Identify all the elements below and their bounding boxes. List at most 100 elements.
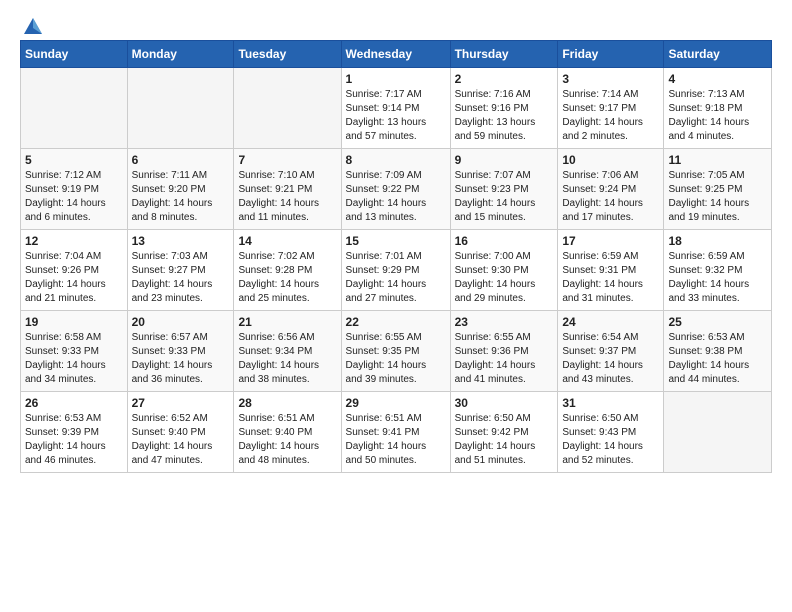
day-number: 1: [346, 72, 446, 86]
day-info: Sunrise: 6:59 AM Sunset: 9:31 PM Dayligh…: [562, 250, 659, 306]
day-cell: 26 Sunrise: 6:53 AM Sunset: 9:39 PM Dayli…: [21, 392, 128, 473]
day-cell: 19 Sunrise: 6:58 AM Sunset: 9:33 PM Dayli…: [21, 311, 128, 392]
day-info: Sunrise: 7:17 AM Sunset: 9:14 PM Dayligh…: [346, 88, 446, 144]
day-number: 19: [25, 315, 123, 329]
day-cell: 25Sunrise: 6:53 AM Sunset: 9:38 PM Dayli…: [664, 311, 772, 392]
col-header-friday: Friday: [558, 41, 664, 68]
logo: [20, 16, 44, 34]
col-header-sunday: Sunday: [21, 41, 128, 68]
day-cell: 20 Sunrise: 6:57 AM Sunset: 9:33 PM Dayli…: [127, 311, 234, 392]
logo-icon: [22, 16, 44, 38]
day-cell: 12 Sunrise: 7:04 AM Sunset: 9:26 PM Dayli…: [21, 230, 128, 311]
week-row-2: 5 Sunrise: 7:12 AM Sunset: 9:19 PM Daylig…: [21, 149, 772, 230]
col-header-wednesday: Wednesday: [341, 41, 450, 68]
day-info: Sunrise: 6:55 AM Sunset: 9:35 PM Dayligh…: [346, 331, 446, 387]
week-row-4: 19 Sunrise: 6:58 AM Sunset: 9:33 PM Dayli…: [21, 311, 772, 392]
day-info: Sunrise: 7:11 AM Sunset: 9:20 PM Dayligh…: [132, 169, 230, 225]
day-cell: 9 Sunrise: 7:07 AM Sunset: 9:23 PM Daylig…: [450, 149, 558, 230]
day-number: 29: [346, 396, 446, 410]
day-info: Sunrise: 7:03 AM Sunset: 9:27 PM Dayligh…: [132, 250, 230, 306]
day-cell: 24Sunrise: 6:54 AM Sunset: 9:37 PM Dayli…: [558, 311, 664, 392]
day-info: Sunrise: 7:13 AM Sunset: 9:18 PM Dayligh…: [668, 88, 767, 144]
day-info: Sunrise: 6:58 AM Sunset: 9:33 PM Dayligh…: [25, 331, 123, 387]
day-info: Sunrise: 6:50 AM Sunset: 9:43 PM Dayligh…: [562, 412, 659, 468]
day-cell: 3 Sunrise: 7:14 AM Sunset: 9:17 PM Daylig…: [558, 68, 664, 149]
day-number: 23: [455, 315, 554, 329]
day-number: 8: [346, 153, 446, 167]
day-number: 26: [25, 396, 123, 410]
week-row-3: 12 Sunrise: 7:04 AM Sunset: 9:26 PM Dayli…: [21, 230, 772, 311]
day-info: Sunrise: 7:02 AM Sunset: 9:28 PM Dayligh…: [238, 250, 336, 306]
day-cell: 10 Sunrise: 7:06 AM Sunset: 9:24 PM Dayli…: [558, 149, 664, 230]
col-header-tuesday: Tuesday: [234, 41, 341, 68]
day-info: Sunrise: 7:16 AM Sunset: 9:16 PM Dayligh…: [455, 88, 554, 144]
week-row-1: 1 Sunrise: 7:17 AM Sunset: 9:14 PM Daylig…: [21, 68, 772, 149]
page: SundayMondayTuesdayWednesdayThursdayFrid…: [0, 0, 792, 485]
day-number: 6: [132, 153, 230, 167]
day-cell: 17 Sunrise: 6:59 AM Sunset: 9:31 PM Dayli…: [558, 230, 664, 311]
day-cell: 11 Sunrise: 7:05 AM Sunset: 9:25 PM Dayli…: [664, 149, 772, 230]
day-cell: 4 Sunrise: 7:13 AM Sunset: 9:18 PM Daylig…: [664, 68, 772, 149]
day-number: 31: [562, 396, 659, 410]
day-info: Sunrise: 7:00 AM Sunset: 9:30 PM Dayligh…: [455, 250, 554, 306]
day-info: Sunrise: 7:09 AM Sunset: 9:22 PM Dayligh…: [346, 169, 446, 225]
day-number: 15: [346, 234, 446, 248]
day-number: 10: [562, 153, 659, 167]
day-cell: 28 Sunrise: 6:51 AM Sunset: 9:40 PM Dayli…: [234, 392, 341, 473]
day-number: 28: [238, 396, 336, 410]
day-number: 25: [668, 315, 767, 329]
day-number: 20: [132, 315, 230, 329]
day-number: 18: [668, 234, 767, 248]
day-cell: 15 Sunrise: 7:01 AM Sunset: 9:29 PM Dayli…: [341, 230, 450, 311]
day-number: 27: [132, 396, 230, 410]
day-cell: [664, 392, 772, 473]
day-number: 24: [562, 315, 659, 329]
day-cell: 14 Sunrise: 7:02 AM Sunset: 9:28 PM Dayli…: [234, 230, 341, 311]
day-info: Sunrise: 7:01 AM Sunset: 9:29 PM Dayligh…: [346, 250, 446, 306]
day-number: 3: [562, 72, 659, 86]
day-info: Sunrise: 6:56 AM Sunset: 9:34 PM Dayligh…: [238, 331, 336, 387]
col-header-thursday: Thursday: [450, 41, 558, 68]
day-info: Sunrise: 7:06 AM Sunset: 9:24 PM Dayligh…: [562, 169, 659, 225]
col-header-monday: Monday: [127, 41, 234, 68]
day-info: Sunrise: 7:04 AM Sunset: 9:26 PM Dayligh…: [25, 250, 123, 306]
day-info: Sunrise: 6:57 AM Sunset: 9:33 PM Dayligh…: [132, 331, 230, 387]
day-cell: 6 Sunrise: 7:11 AM Sunset: 9:20 PM Daylig…: [127, 149, 234, 230]
day-cell: 29 Sunrise: 6:51 AM Sunset: 9:41 PM Dayli…: [341, 392, 450, 473]
day-number: 14: [238, 234, 336, 248]
day-info: Sunrise: 6:59 AM Sunset: 9:32 PM Dayligh…: [668, 250, 767, 306]
day-cell: [127, 68, 234, 149]
day-info: Sunrise: 6:55 AM Sunset: 9:36 PM Dayligh…: [455, 331, 554, 387]
day-cell: 31 Sunrise: 6:50 AM Sunset: 9:43 PM Dayli…: [558, 392, 664, 473]
day-cell: [234, 68, 341, 149]
day-cell: 18 Sunrise: 6:59 AM Sunset: 9:32 PM Dayli…: [664, 230, 772, 311]
day-info: Sunrise: 7:14 AM Sunset: 9:17 PM Dayligh…: [562, 88, 659, 144]
day-number: 4: [668, 72, 767, 86]
day-info: Sunrise: 6:51 AM Sunset: 9:40 PM Dayligh…: [238, 412, 336, 468]
day-number: 11: [668, 153, 767, 167]
day-cell: 23 Sunrise: 6:55 AM Sunset: 9:36 PM Dayli…: [450, 311, 558, 392]
day-info: Sunrise: 7:12 AM Sunset: 9:19 PM Dayligh…: [25, 169, 123, 225]
day-number: 12: [25, 234, 123, 248]
header: [20, 16, 772, 34]
day-number: 2: [455, 72, 554, 86]
day-cell: 22Sunrise: 6:55 AM Sunset: 9:35 PM Dayli…: [341, 311, 450, 392]
day-info: Sunrise: 6:53 AM Sunset: 9:39 PM Dayligh…: [25, 412, 123, 468]
day-info: Sunrise: 7:05 AM Sunset: 9:25 PM Dayligh…: [668, 169, 767, 225]
col-header-saturday: Saturday: [664, 41, 772, 68]
day-cell: 7Sunrise: 7:10 AM Sunset: 9:21 PM Daylig…: [234, 149, 341, 230]
day-cell: 13Sunrise: 7:03 AM Sunset: 9:27 PM Dayli…: [127, 230, 234, 311]
day-cell: 1 Sunrise: 7:17 AM Sunset: 9:14 PM Daylig…: [341, 68, 450, 149]
day-cell: 2 Sunrise: 7:16 AM Sunset: 9:16 PM Daylig…: [450, 68, 558, 149]
day-number: 16: [455, 234, 554, 248]
day-info: Sunrise: 6:51 AM Sunset: 9:41 PM Dayligh…: [346, 412, 446, 468]
day-cell: 5 Sunrise: 7:12 AM Sunset: 9:19 PM Daylig…: [21, 149, 128, 230]
day-number: 9: [455, 153, 554, 167]
day-info: Sunrise: 7:07 AM Sunset: 9:23 PM Dayligh…: [455, 169, 554, 225]
day-number: 17: [562, 234, 659, 248]
day-number: 5: [25, 153, 123, 167]
calendar-table: SundayMondayTuesdayWednesdayThursdayFrid…: [20, 40, 772, 473]
day-number: 21: [238, 315, 336, 329]
day-cell: 16 Sunrise: 7:00 AM Sunset: 9:30 PM Dayli…: [450, 230, 558, 311]
day-cell: 30Sunrise: 6:50 AM Sunset: 9:42 PM Dayli…: [450, 392, 558, 473]
